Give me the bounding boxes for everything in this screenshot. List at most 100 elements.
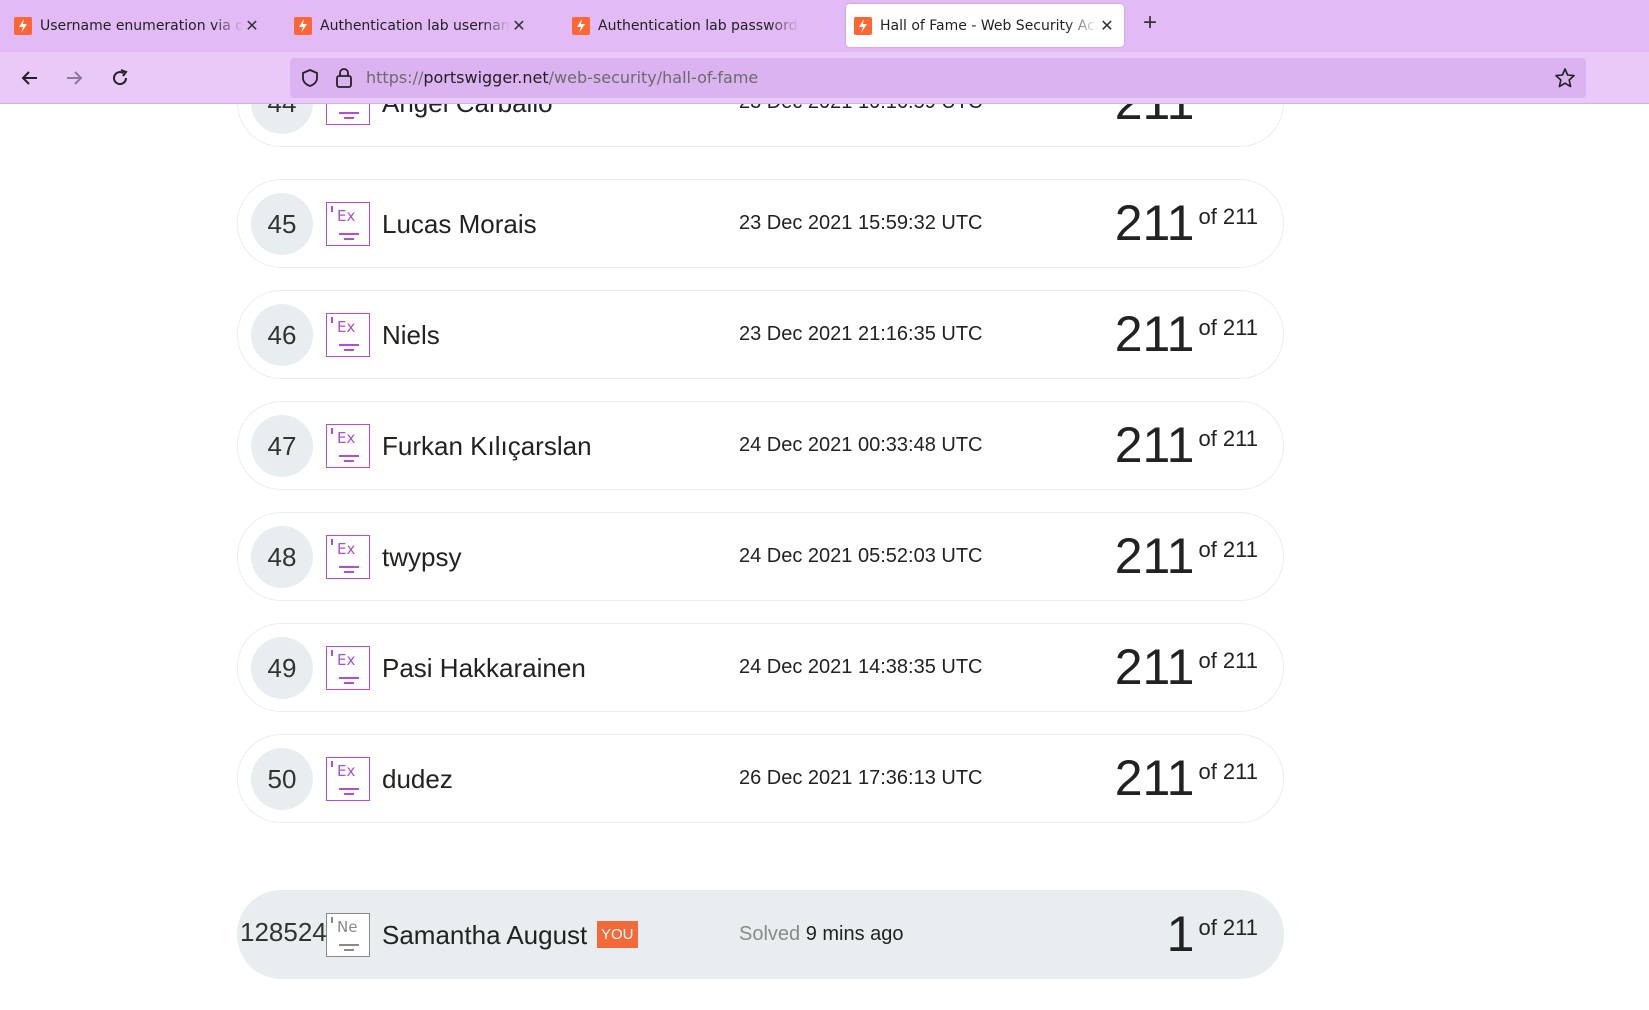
tab-auth-usernames[interactable]: Authentication lab usernames | Web Secur… (286, 4, 536, 47)
level-abbrev: Ne (337, 918, 358, 936)
portswigger-favicon-icon (572, 16, 590, 35)
rank-number: 50 (251, 748, 313, 810)
lock-icon[interactable] (334, 67, 354, 89)
rank-number: 49 (251, 637, 313, 699)
url-host: portswigger.net (423, 68, 549, 87)
leaderboard-row: 48 Ex twypsy 24 Dec 2021 05:52:03 UTC 211 of … (237, 512, 1284, 601)
score-total: of 211 (1198, 204, 1258, 229)
score: 211of 211 (1115, 194, 1258, 252)
score-value: 211 (1114, 528, 1195, 584)
user-name: twypsy (382, 542, 462, 572)
hall-of-fame-page: 44 Ex Angel Carballo 23 Dec 2021 10:16:59 U… (0, 104, 1649, 1010)
score-value: 211 (1114, 750, 1195, 806)
leaderboard-row: 44 Ex Angel Carballo 23 Dec 2021 10:16:59 U… (237, 104, 1284, 147)
reload-icon (113, 69, 128, 86)
completion-date: 24 Dec 2021 00:33:48 UTC (739, 434, 983, 456)
tab-title: Authentication lab passwords | Web Secur… (598, 17, 799, 34)
level-badge-icon: Ne (326, 913, 370, 957)
rank-number: 44 (251, 104, 313, 134)
score-total: of 211 (1198, 426, 1258, 451)
rank-number: 48 (251, 526, 313, 588)
tab-title: Authentication lab usernames | Web Secur… (320, 17, 510, 34)
score-total: of 211 (1198, 915, 1258, 940)
level-badge-icon: Ex (326, 313, 370, 357)
url-scheme: https:// (366, 68, 424, 87)
level-abbrev: Ex (337, 651, 356, 669)
url-text[interactable]: https://portswigger.net/web-security/hal… (366, 68, 758, 87)
user-name: Niels (382, 320, 440, 350)
completion-date: 23 Dec 2021 15:59:32 UTC (739, 212, 983, 234)
score-total: of 211 (1198, 759, 1258, 784)
user-name: Pasi Hakkarainen (382, 653, 586, 683)
score-value: 211 (1114, 195, 1195, 251)
rank-number: 46 (251, 304, 313, 366)
level-badge-icon: Ex (326, 646, 370, 690)
reload-button[interactable] (107, 65, 133, 91)
portswigger-favicon-icon (294, 16, 312, 35)
user-name: Samantha August (382, 920, 588, 950)
level-badge-icon: Ex (326, 104, 370, 125)
score: 211of 211 (1115, 305, 1258, 363)
completion-date: 23 Dec 2021 21:16:35 UTC (739, 323, 983, 345)
tab-title: Hall of Fame - Web Security Academy (880, 17, 1098, 34)
completion-date: 26 Dec 2021 17:36:13 UTC (739, 767, 983, 789)
score: 211of 211 (1115, 527, 1258, 585)
score-value: 211 (1114, 417, 1195, 473)
level-badge-icon: Ex (326, 424, 370, 468)
level-badge-icon: Ex (326, 535, 370, 579)
solved-time: Solved 9 mins ago (739, 923, 904, 946)
score-total: of 211 (1198, 315, 1258, 340)
score: 211of 211 (1115, 749, 1258, 807)
score-total: of 211 (1198, 104, 1258, 108)
rank-number: 45 (251, 193, 313, 255)
rank-number: 128524 (240, 917, 327, 947)
level-abbrev: Ex (337, 318, 356, 336)
score-value: 211 (1114, 639, 1195, 695)
address-bar[interactable]: https://portswigger.net/web-security/hal… (290, 58, 1586, 98)
close-tab-icon[interactable]: ✕ (1098, 16, 1116, 35)
back-button[interactable] (17, 65, 43, 91)
score-value: 211 (1115, 104, 1195, 130)
close-tab-icon[interactable]: ✕ (510, 16, 528, 35)
score-total: of 211 (1198, 537, 1258, 562)
level-badge-icon: Ex (326, 202, 370, 246)
new-tab-button[interactable]: + (1138, 11, 1162, 36)
level-abbrev: Ex (337, 762, 356, 780)
rank-number: 47 (251, 415, 313, 477)
level-abbrev: Ex (337, 207, 356, 225)
leaderboard-row: 50 Ex dudez 26 Dec 2021 17:36:13 UTC 211 of 2… (237, 734, 1284, 823)
shield-icon[interactable] (300, 68, 320, 88)
solved-ago: 9 mins ago (805, 923, 904, 945)
score: 1 of 211 (1167, 905, 1258, 963)
score-value: 211 (1114, 306, 1195, 362)
solved-label: Solved (739, 923, 801, 945)
tab-auth-passwords[interactable]: Authentication lab passwords | Web Secur… (564, 4, 807, 47)
arrow-left-icon (21, 71, 37, 85)
level-abbrev: Ex (337, 429, 356, 447)
tab-username-enumeration[interactable]: Username enumeration via different respo… (6, 4, 269, 47)
level-abbrev: Ex (337, 540, 356, 558)
score-total: of 211 (1198, 648, 1258, 673)
user-name: Furkan Kılıçarslan (382, 431, 592, 461)
leaderboard-row: 49 Ex Pasi Hakkarainen 24 Dec 2021 14:38:35… (237, 623, 1284, 712)
leaderboard-row: 47 Ex Furkan Kılıçarslan 24 Dec 2021 00:33:… (237, 401, 1284, 490)
tab-bar: Username enumeration via different respo… (0, 0, 1649, 52)
score: 211of 211 (1115, 638, 1258, 696)
user-name: Angel Carballo (382, 104, 553, 119)
completion-date: 23 Dec 2021 10:16:59 UTC (739, 104, 983, 114)
portswigger-favicon-icon (14, 16, 32, 35)
tab-hall-of-fame[interactable]: Hall of Fame - Web Security Academy ✕ (846, 4, 1124, 47)
score: 211of 211 (1115, 104, 1258, 131)
completion-date: 24 Dec 2021 14:38:35 UTC (739, 656, 983, 678)
portswigger-favicon-icon (854, 16, 872, 35)
tab-title: Username enumeration via different respo… (40, 17, 243, 34)
url-path: /web-security/hall-of-fame (548, 68, 759, 87)
bookmark-star-icon[interactable] (1554, 67, 1576, 89)
leaderboard-row: 46 Ex Niels 23 Dec 2021 21:16:35 UTC 211 of 2… (237, 290, 1284, 379)
score-value: 1 (1166, 906, 1195, 962)
user-name: Lucas Morais (382, 209, 537, 239)
leaderboard-row: 45 Ex Lucas Morais 23 Dec 2021 15:59:32 UTC… (237, 179, 1284, 268)
user-name: dudez (382, 764, 453, 794)
close-tab-icon[interactable]: ✕ (243, 16, 261, 35)
forward-button[interactable] (61, 65, 87, 91)
